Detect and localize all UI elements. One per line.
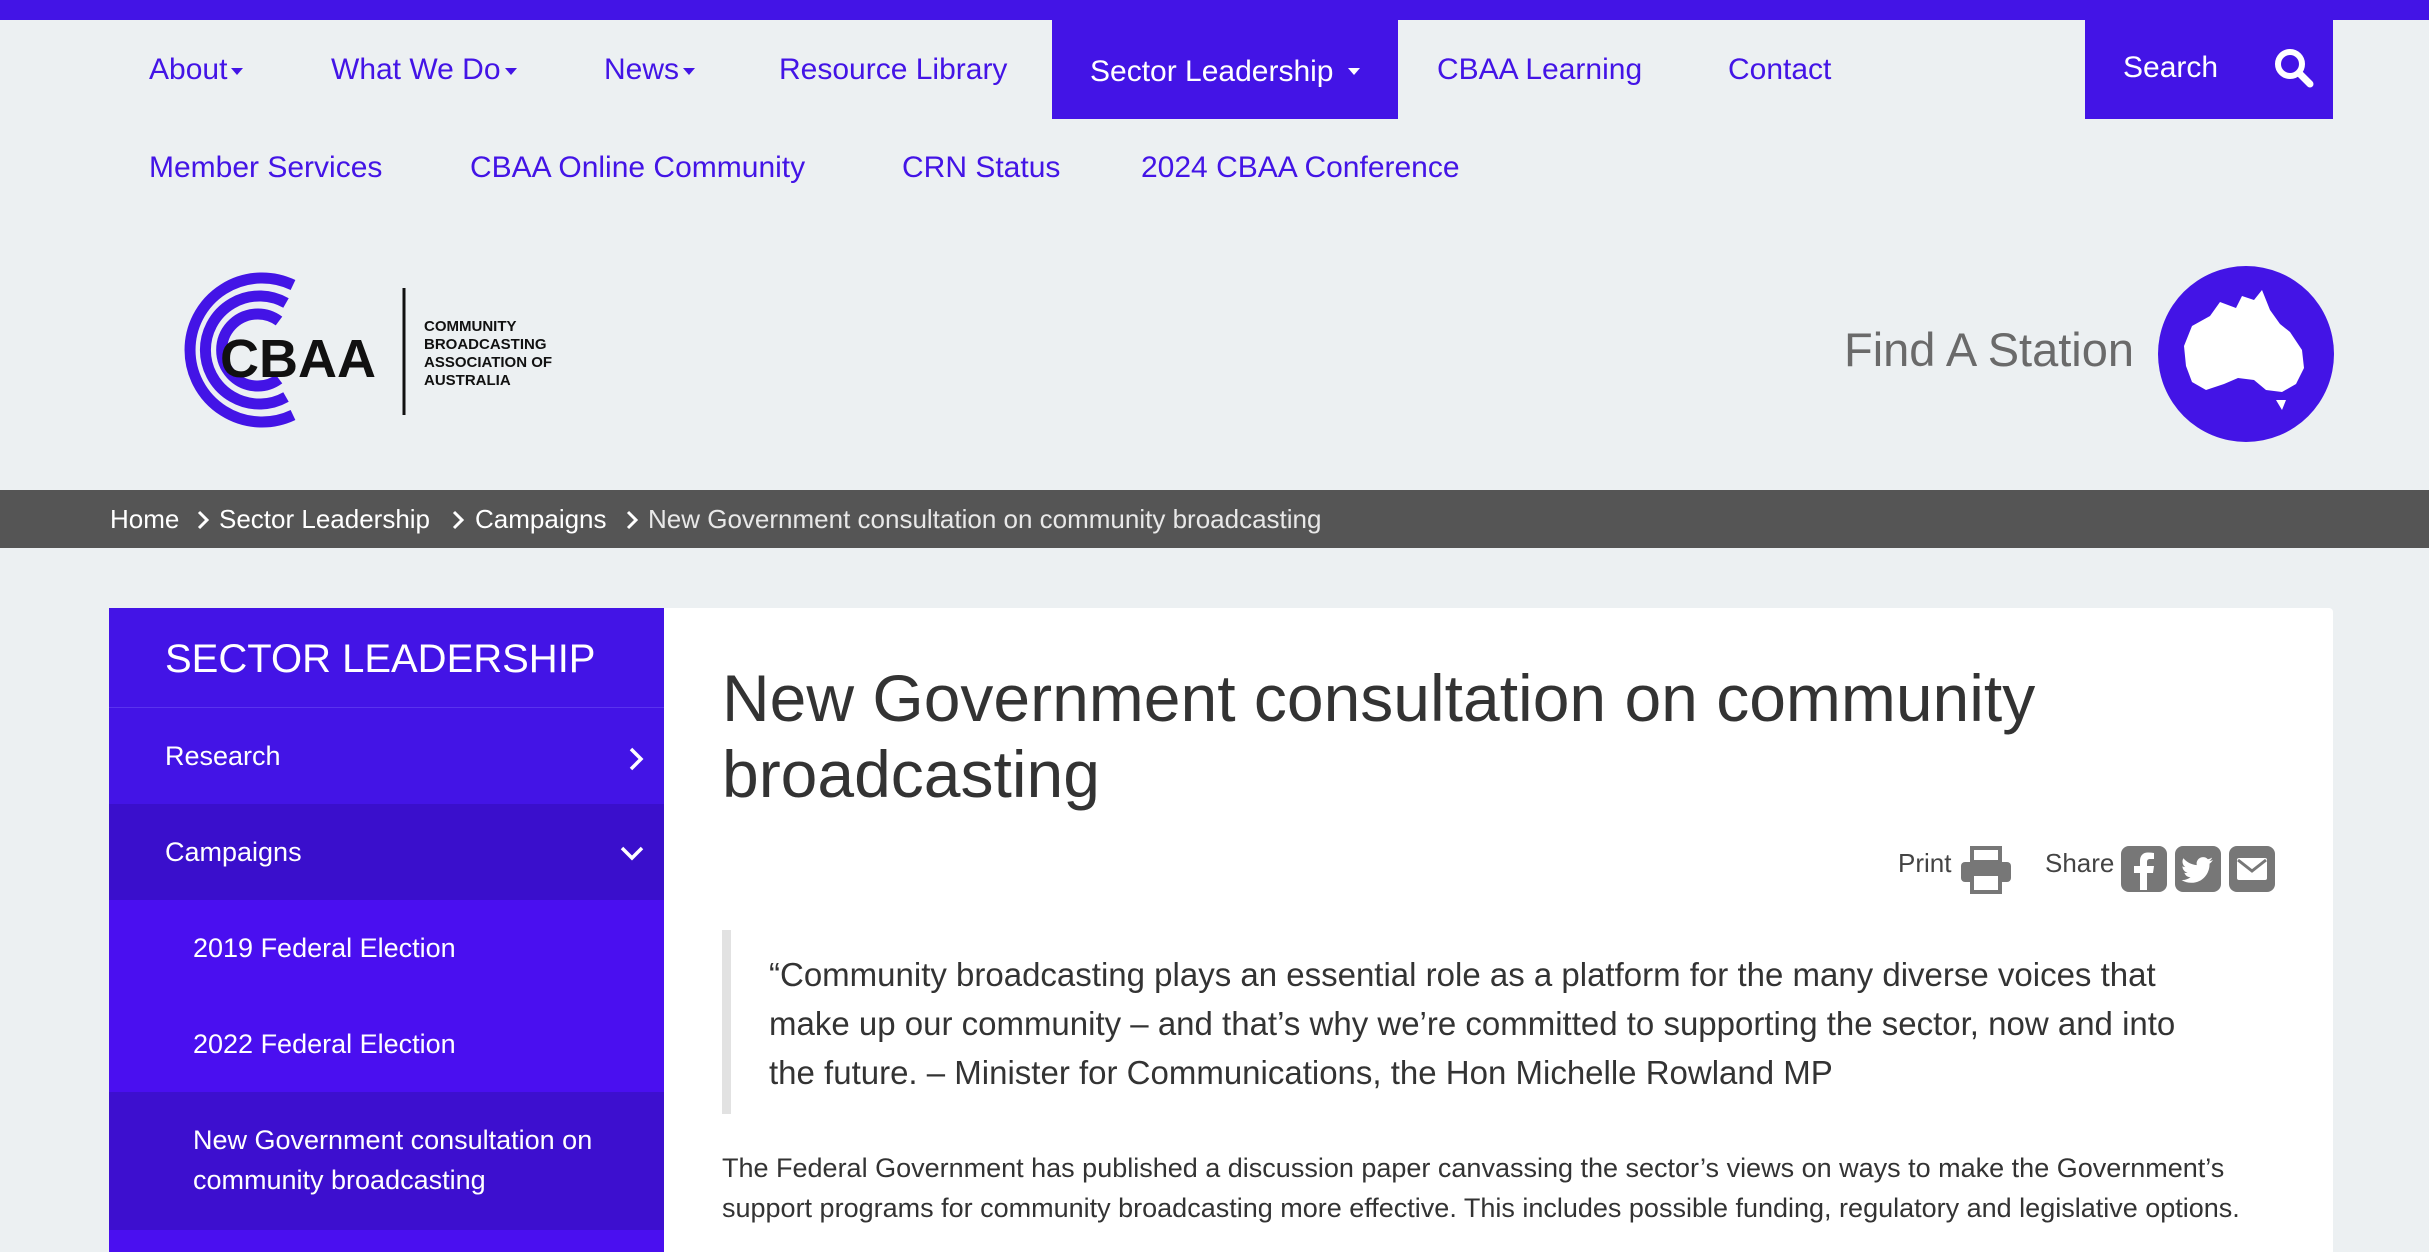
sidebar-title: SECTOR LEADERSHIP [165,637,596,681]
chevron-right-icon [626,510,639,530]
sidebar-item-label: New Government consultation on community… [193,1125,593,1195]
nav-resource-library-label: Resource Library [779,53,1008,86]
nav-conference[interactable]: 2024 CBAA Conference [1141,148,1460,188]
sidebar-item-label: 2022 Federal Election [193,1029,456,1059]
nav-what-we-do-label: What We Do [331,53,501,86]
nav-what-we-do[interactable]: What We Do [331,50,517,90]
nav-online-community[interactable]: CBAA Online Community [470,148,805,188]
print-label[interactable]: Print [1898,848,1951,878]
twitter-share-icon[interactable] [2175,846,2221,892]
nav-about-label: About [149,53,228,86]
nav-sector-leadership-label: Sector Leadership [1090,55,1334,88]
cbaa-logo-graphic: CBAA COMMUNITY BROADCASTING ASSOCIATION … [184,272,552,428]
nav-contact[interactable]: Contact [1728,50,1831,90]
breadcrumb-home[interactable]: Home [110,504,179,534]
logo-line-3: ASSOCIATION OF [424,354,552,371]
nav-resource-library[interactable]: Resource Library [779,50,1007,90]
nav-crn-status-label: CRN Status [902,151,1061,184]
chevron-down-icon [620,846,644,861]
nav-online-community-label: CBAA Online Community [470,151,806,184]
nav-member-services[interactable]: Member Services [149,148,382,188]
logo-line-4: AUSTRALIA [424,372,511,389]
top-accent-bar [0,0,2429,20]
chevron-right-icon [629,747,644,771]
logo-line-1: COMMUNITY [424,318,517,335]
nav-crn-status[interactable]: CRN Status [902,148,1060,188]
nav-sector-leadership[interactable]: Sector Leadership [1052,20,1398,119]
nav-cbaa-learning-label: CBAA Learning [1437,53,1643,86]
nav-cbaa-learning[interactable]: CBAA Learning [1437,50,1642,90]
twitter-icon [2181,857,2213,883]
chevron-down-icon [231,67,244,75]
sidebar-subitem-consultation[interactable]: New Government consultation on community… [109,1092,664,1230]
intro-paragraph: The Federal Government has published a d… [722,1153,2240,1223]
nav-member-services-label: Member Services [149,151,383,184]
search-icon [2275,49,2314,88]
printer-icon[interactable] [1959,846,2013,894]
sidebar-item-label: Campaigns [165,837,302,867]
minister-quote: “Community broadcasting plays an essenti… [722,930,2201,1114]
facebook-share-icon[interactable] [2121,846,2167,892]
nav-conference-label: 2024 CBAA Conference [1141,151,1460,184]
breadcrumb-current: New Government consultation on community… [648,504,1322,534]
page-title: New Government consultation on community… [722,661,2036,811]
chevron-down-icon [1348,68,1360,75]
envelope-icon [2237,858,2267,880]
breadcrumb-sector-leadership[interactable]: Sector Leadership [219,504,430,534]
chevron-down-icon [504,67,517,75]
sidebar-subitem-2022-election[interactable]: 2022 Federal Election [109,996,664,1092]
share-label: Share [2045,848,2115,878]
email-share-icon[interactable] [2229,846,2275,892]
sidebar-subitem-2019-election[interactable]: 2019 Federal Election [109,900,664,996]
chevron-right-icon [197,510,210,530]
nav-about[interactable]: About [149,50,244,90]
sidebar-next-item[interactable] [109,1230,664,1252]
sidebar-item-research[interactable]: Research [109,707,664,805]
sidebar-item-label: 2019 Federal Election [193,933,456,963]
breadcrumb: Home Sector Leadership Campaigns New Gov… [0,490,2429,548]
quote-text: “Community broadcasting plays an essenti… [769,956,2176,1091]
chevron-right-icon [452,510,465,530]
search-button[interactable]: Search [2085,20,2333,119]
nav-contact-label: Contact [1728,53,1832,86]
cbaa-logo[interactable]: CBAA COMMUNITY BROADCASTING ASSOCIATION … [158,265,578,450]
search-label: Search [2123,51,2219,84]
facebook-icon [2134,852,2154,890]
nav-news[interactable]: News [604,50,696,90]
find-station-link[interactable]: Find A Station [1844,322,2134,378]
breadcrumb-campaigns[interactable]: Campaigns [475,504,607,534]
sidebar: SECTOR LEADERSHIP Research Campaigns 201… [109,608,664,1252]
logo-wordmark: CBAA [220,329,376,389]
nav-news-label: News [604,53,680,86]
sidebar-item-label: Research [165,741,281,771]
chevron-down-icon [683,67,696,75]
logo-line-2: BROADCASTING [424,336,547,353]
australia-map-icon [2184,290,2304,410]
sidebar-item-campaigns[interactable]: Campaigns [109,804,664,900]
article-panel: New Government consultation on community… [664,608,2333,1252]
find-station-button[interactable] [2158,266,2334,442]
